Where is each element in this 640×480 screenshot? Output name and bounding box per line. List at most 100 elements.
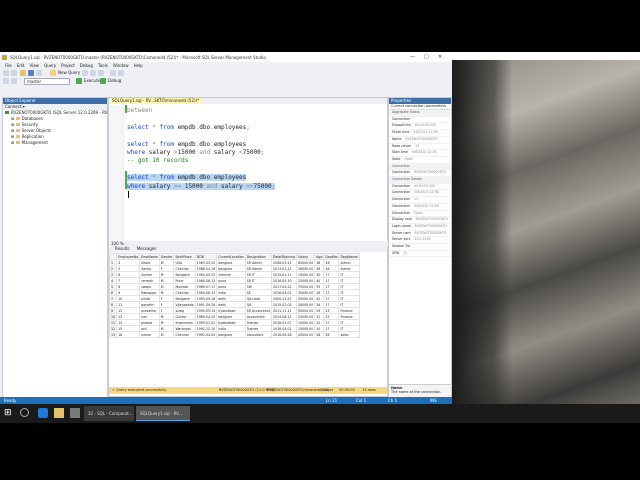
code-editor[interactable]: between select * from empdb.dbo.employees… — [109, 105, 387, 240]
screen-frame: SQLQuery1.sql - RVZENOT0000GKTO.master (… — [0, 52, 640, 423]
grid-cell[interactable]: M — [158, 331, 175, 338]
grid-cell[interactable]: banglore — [216, 331, 246, 338]
property-row[interactable]: Display nam RVZENOT0000GKTO — [389, 217, 451, 224]
debug-button[interactable]: Debug — [108, 78, 121, 83]
property-row[interactable]: State Open — [389, 157, 451, 164]
property-category[interactable]: Aggregate Status — [389, 110, 451, 117]
property-category[interactable]: Connection — [389, 163, 451, 171]
grid-cell[interactable]: 1991-04-05 — [194, 331, 218, 338]
file-explorer-icon[interactable] — [54, 408, 64, 418]
folder-icon — [15, 135, 20, 138]
save-all-icon[interactable] — [36, 70, 42, 76]
execute-button[interactable]: Execute — [84, 78, 100, 83]
property-description: Name The name of the connection. — [389, 384, 451, 398]
property-row[interactable]: Rows return 13 — [389, 144, 451, 151]
object-explorer: Object Explorer Connect ▾ RVZENOT0000GKT… — [2, 97, 116, 399]
window-title: SQLQuery1.sql - RVZENOT0000GKTO.master (… — [10, 55, 266, 60]
query-status-message: Query executed successfully. — [116, 388, 167, 392]
server-icon — [5, 111, 9, 114]
grid-cell[interactable]: 45000.00 — [296, 331, 316, 338]
menu-tools[interactable]: Tools — [98, 63, 108, 68]
change-connection-icon[interactable] — [11, 78, 17, 84]
database-selector[interactable]: master — [24, 78, 70, 85]
back-icon[interactable] — [3, 70, 9, 76]
query-status-bar: ✔ Query executed successfully. RVZENOT00… — [109, 387, 387, 394]
grid-cell[interactable]: 28 — [314, 331, 325, 338]
property-row[interactable]: Elapsed tim 00:00:00.200 — [389, 123, 451, 131]
property-row[interactable]: Connection Open — [389, 211, 451, 218]
property-row[interactable]: Connection RVZENOT0000GKTO — [389, 170, 451, 178]
query-editor-pane: SQLQuery1.sql - RV...SKTO\minanedd (52))… — [108, 97, 389, 397]
store-icon[interactable] — [70, 408, 80, 418]
menu-debug[interactable]: Debug — [80, 63, 93, 68]
properties-pane: Properties Current connection parameters… — [388, 97, 452, 399]
grid-cell[interactable]: Chennai — [173, 331, 196, 338]
property-row[interactable]: Finish time 5/6/2020 12:56 — [389, 130, 451, 137]
grid-cell[interactable]: sales — [338, 331, 360, 338]
grid-cell[interactable]: 16 — [116, 331, 141, 338]
undo-icon[interactable] — [110, 70, 116, 76]
title-bar: SQLQuery1.sql - RVZENOT0000GKTO.master (… — [0, 52, 452, 62]
property-row[interactable]: Connection 5/6/2020 12:56 — [389, 190, 451, 198]
new-query-icon[interactable] — [50, 70, 56, 76]
desktop-wallpaper — [452, 60, 640, 415]
tree-node-management[interactable]: ⊞ Management — [5, 140, 107, 146]
grid-cell[interactable]: 13 — [108, 331, 118, 338]
redo-icon[interactable] — [118, 70, 124, 76]
code-line: -- got 10 records — [127, 157, 189, 165]
results-grid: EmployeeNo EmpName Gender BirthPlace DOB Curr… — [108, 253, 387, 338]
save-icon[interactable] — [28, 70, 34, 76]
property-row[interactable]: Connection 13 — [389, 197, 451, 204]
menu-file[interactable]: File — [5, 63, 12, 68]
grid-cell[interactable]: 2016-06-26 — [271, 331, 298, 338]
taskbar-app-chrome[interactable]: 32 - SQL - Comparat... — [84, 406, 134, 421]
folder-icon — [15, 141, 20, 144]
property-row[interactable]: Start time 5/6/2020 12:56 — [389, 150, 451, 157]
maximize-button[interactable]: □ — [424, 54, 429, 60]
property-row[interactable]: Connection 5/6/2020 12:56 — [389, 204, 451, 211]
forward-icon[interactable] — [11, 70, 17, 76]
property-row[interactable]: Login name RVZENOT0000GKTO — [389, 224, 451, 231]
copy-icon[interactable] — [90, 70, 96, 76]
success-check-icon: ✔ — [112, 388, 115, 392]
code-line: select * from empdb.dbo.employees; — [127, 123, 250, 131]
property-row[interactable]: Server nam RVZENOT0000GKTO — [389, 231, 451, 238]
ssms-app-icon — [2, 55, 7, 60]
open-folder-icon[interactable] — [20, 70, 26, 76]
menu-edit[interactable]: Edit — [17, 63, 25, 68]
close-button[interactable]: ✕ — [438, 54, 442, 60]
taskbar-app-ssms[interactable]: SQLQuery1.sql - RV... — [136, 406, 190, 421]
cut-icon[interactable] — [82, 70, 88, 76]
minimize-button[interactable]: — — [410, 54, 415, 60]
property-category[interactable]: Connection Details — [389, 177, 451, 184]
property-row[interactable]: Server vers 12.0.2269 — [389, 237, 451, 245]
paste-icon[interactable] — [98, 70, 104, 76]
property-row[interactable]: Session Tra — [389, 244, 451, 251]
menu-view[interactable]: View — [29, 63, 39, 68]
results-tab[interactable]: Results — [115, 246, 129, 251]
new-query-button[interactable]: New Query — [58, 70, 80, 75]
menu-query[interactable]: Query — [44, 63, 56, 68]
connect-dropdown[interactable]: Connect ▾ — [5, 104, 25, 109]
search-icon[interactable] — [20, 408, 29, 417]
execute-icon[interactable] — [76, 78, 82, 84]
property-row[interactable]: Name RVZENOT0000GKTO — [389, 137, 451, 144]
query-tab[interactable]: SQLQuery1.sql - RV...SKTO\minanedd (52))… — [109, 98, 203, 104]
property-row[interactable]: SPID 52 — [389, 251, 451, 258]
debug-icon[interactable] — [100, 78, 106, 84]
code-line: select * from empdb.dbo.employees — [127, 174, 247, 182]
grid-cell[interactable]: consultant — [244, 331, 273, 338]
grid-cell[interactable]: kumar — [139, 331, 160, 338]
menu-help[interactable]: Help — [134, 63, 143, 68]
menu-project[interactable]: Project — [61, 63, 75, 68]
grid-cell[interactable]: 58 — [323, 331, 340, 338]
edge-icon[interactable] — [38, 408, 48, 418]
connect-icon[interactable] — [3, 78, 9, 84]
menu-window[interactable]: Window — [113, 63, 129, 68]
ssms-window: SQLQuery1.sql - RVZENOT0000GKTO.master (… — [0, 52, 452, 415]
table-row[interactable]: 13 16 kumar M Chennai 1991-04-05 banglore consu… — [108, 331, 360, 338]
property-row[interactable]: Connection 00:00:00.200 — [389, 184, 451, 191]
property-row[interactable]: Connection — [389, 117, 451, 124]
messages-tab[interactable]: Messages — [137, 246, 157, 251]
windows-start-icon[interactable]: ⊞ — [4, 408, 14, 418]
